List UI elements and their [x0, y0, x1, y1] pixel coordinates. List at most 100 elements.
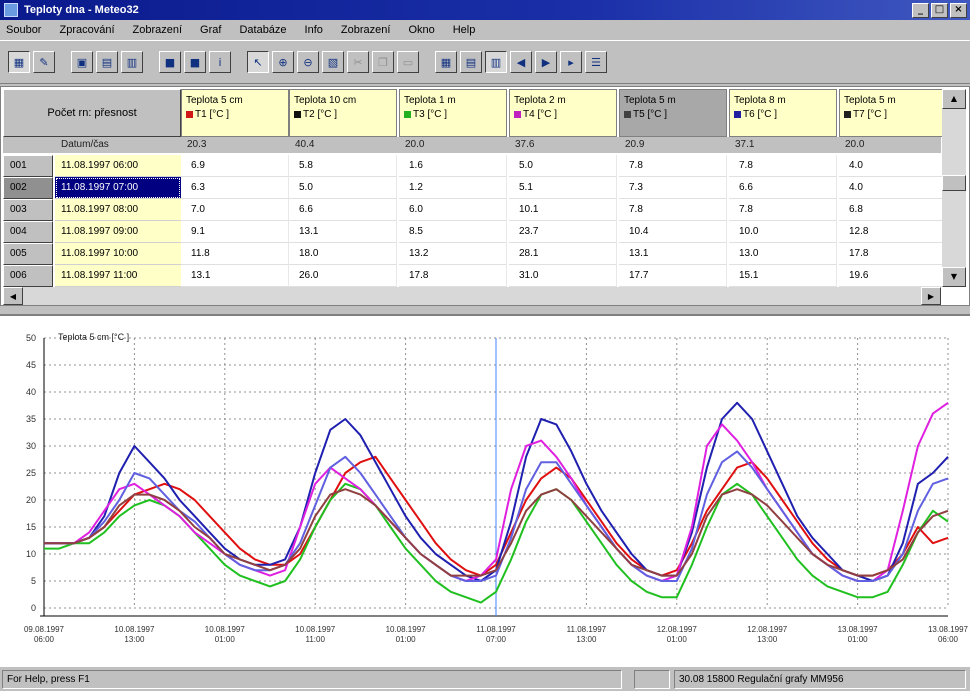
value-cell[interactable]: 9.1 [181, 221, 289, 243]
value-cell[interactable]: 17.8 [399, 265, 507, 287]
value-cell[interactable]: 10.0 [729, 221, 837, 243]
pointer-icon[interactable]: ↖ [247, 51, 269, 73]
first-record-icon[interactable]: ◀ [510, 51, 532, 73]
value-cell[interactable]: 7.8 [729, 199, 837, 221]
save-all-icon[interactable]: ■ [184, 51, 206, 73]
date-cell[interactable]: 11.08.1997 09:00 [55, 221, 181, 243]
date-cell[interactable]: 11.08.1997 06:00 [55, 155, 181, 177]
value-cell[interactable]: 7.8 [729, 155, 837, 177]
column-header[interactable]: Teplota 8 m T6 [°C ] [729, 89, 837, 137]
maximize-button[interactable]: □ [931, 2, 948, 18]
menu-item-info[interactable]: Info [305, 24, 323, 36]
value-cell[interactable]: 13.1 [289, 221, 397, 243]
row-header[interactable]: 005 [3, 243, 53, 265]
value-cell[interactable]: 23.7 [509, 221, 617, 243]
column-header[interactable]: Teplota 2 m T4 [°C ] [509, 89, 617, 137]
value-cell[interactable]: 5.1 [509, 177, 617, 199]
row-header[interactable]: 001 [3, 155, 53, 177]
zoom-in-icon[interactable]: ⊕ [272, 51, 294, 73]
menu-item-graf[interactable]: Graf [200, 24, 221, 36]
value-cell[interactable]: 6.6 [729, 177, 837, 199]
column-header[interactable]: Teplota 5 cm T1 [°C ] [181, 89, 289, 137]
next-record-icon[interactable]: ▶ [535, 51, 557, 73]
value-cell[interactable]: 13.1 [619, 243, 727, 265]
value-cell[interactable]: 5.8 [289, 155, 397, 177]
menu-item-zobrazeni-2[interactable]: Zobrazení [341, 24, 391, 36]
row-header[interactable]: 006 [3, 265, 53, 287]
scroll-down-icon[interactable]: ▼ [942, 267, 966, 287]
save-disk-icon[interactable]: ■ [159, 51, 181, 73]
temperature-chart[interactable]: 0510152025303540455009.08.199706:0010.08… [0, 316, 970, 666]
value-cell[interactable]: 13.2 [399, 243, 507, 265]
date-cell[interactable]: 11.08.1997 10:00 [55, 243, 181, 265]
scroll-thumb[interactable] [942, 175, 966, 191]
row-header[interactable]: 003 [3, 199, 53, 221]
menu-item-zpracovani[interactable]: Zpracování [59, 24, 114, 36]
value-cell[interactable]: 7.8 [619, 155, 727, 177]
value-cell[interactable]: 13.0 [729, 243, 837, 265]
scroll-right-icon[interactable]: ▶ [921, 287, 941, 305]
date-cell[interactable]: 11.08.1997 11:00 [55, 265, 181, 287]
column-header[interactable]: Teplota 1 m T3 [°C ] [399, 89, 507, 137]
copy-icon[interactable]: ❐ [372, 51, 394, 73]
value-cell[interactable]: 4.0 [839, 155, 947, 177]
menu-item-zobrazeni[interactable]: Zobrazení [133, 24, 183, 36]
menu-item-soubor[interactable]: Soubor [6, 24, 41, 36]
scroll-left-icon[interactable]: ◀ [3, 287, 23, 305]
filter-icon[interactable]: ☰ [585, 51, 607, 73]
open-file-icon[interactable]: ▣ [71, 51, 93, 73]
row-header[interactable]: 004 [3, 221, 53, 243]
menu-item-okno[interactable]: Okno [408, 24, 434, 36]
value-cell[interactable]: 1.2 [399, 177, 507, 199]
value-cell[interactable]: 6.6 [289, 199, 397, 221]
paste-icon[interactable]: ▭ [397, 51, 419, 73]
chart-view-icon[interactable]: ▤ [460, 51, 482, 73]
scroll-up-icon[interactable]: ▲ [942, 89, 966, 109]
column-header[interactable]: Teplota 5 m T5 [°C ] [619, 89, 727, 137]
last-record-icon[interactable]: ▸ [560, 51, 582, 73]
value-cell[interactable]: 6.0 [399, 199, 507, 221]
value-cell[interactable]: 17.7 [619, 265, 727, 287]
zoom-out-icon[interactable]: ⊖ [297, 51, 319, 73]
column-header[interactable]: Teplota 10 cm T2 [°C ] [289, 89, 397, 137]
value-cell[interactable]: 12.8 [839, 221, 947, 243]
info-icon[interactable]: i [209, 51, 231, 73]
value-cell[interactable]: 6.9 [181, 155, 289, 177]
close-button[interactable]: × [950, 2, 967, 18]
split-view-icon[interactable]: ▥ [485, 51, 507, 73]
value-cell[interactable]: 7.8 [619, 199, 727, 221]
vertical-scrollbar[interactable]: ▲ ▼ [942, 89, 966, 287]
value-cell[interactable]: 7.3 [619, 177, 727, 199]
value-cell[interactable]: 17.8 [839, 243, 947, 265]
horizontal-scrollbar[interactable]: ◀ ▶ [3, 287, 941, 305]
date-cell[interactable]: 11.08.1997 07:00 [55, 177, 181, 199]
value-cell[interactable]: 4.0 [839, 177, 947, 199]
value-cell[interactable]: 6.8 [839, 199, 947, 221]
value-cell[interactable]: 5.0 [509, 155, 617, 177]
value-cell[interactable]: 5.0 [289, 177, 397, 199]
value-cell[interactable]: 8.5 [399, 221, 507, 243]
table-view-icon[interactable]: ▦ [8, 51, 30, 73]
layers-icon[interactable]: ▧ [322, 51, 344, 73]
row-header[interactable]: 002 [3, 177, 53, 199]
value-cell[interactable]: 6.3 [181, 177, 289, 199]
grid-view-icon[interactable]: ▦ [435, 51, 457, 73]
value-cell[interactable]: 26.0 [289, 265, 397, 287]
minimize-button[interactable]: _ [912, 2, 929, 18]
value-cell[interactable]: 10.1 [509, 199, 617, 221]
value-cell[interactable]: 11.8 [181, 243, 289, 265]
value-cell[interactable]: 1.6 [399, 155, 507, 177]
value-cell[interactable]: 19.6 [839, 265, 947, 287]
value-cell[interactable]: 10.4 [619, 221, 727, 243]
value-cell[interactable]: 7.0 [181, 199, 289, 221]
value-cell[interactable]: 31.0 [509, 265, 617, 287]
print-icon[interactable]: ▥ [121, 51, 143, 73]
date-cell[interactable]: 11.08.1997 08:00 [55, 199, 181, 221]
value-cell[interactable]: 15.1 [729, 265, 837, 287]
save-icon[interactable]: ▤ [96, 51, 118, 73]
value-cell[interactable]: 13.1 [181, 265, 289, 287]
cut-icon[interactable]: ✂ [347, 51, 369, 73]
menu-item-help[interactable]: Help [453, 24, 476, 36]
menu-item-databaze[interactable]: Databáze [239, 24, 286, 36]
value-cell[interactable]: 28.1 [509, 243, 617, 265]
